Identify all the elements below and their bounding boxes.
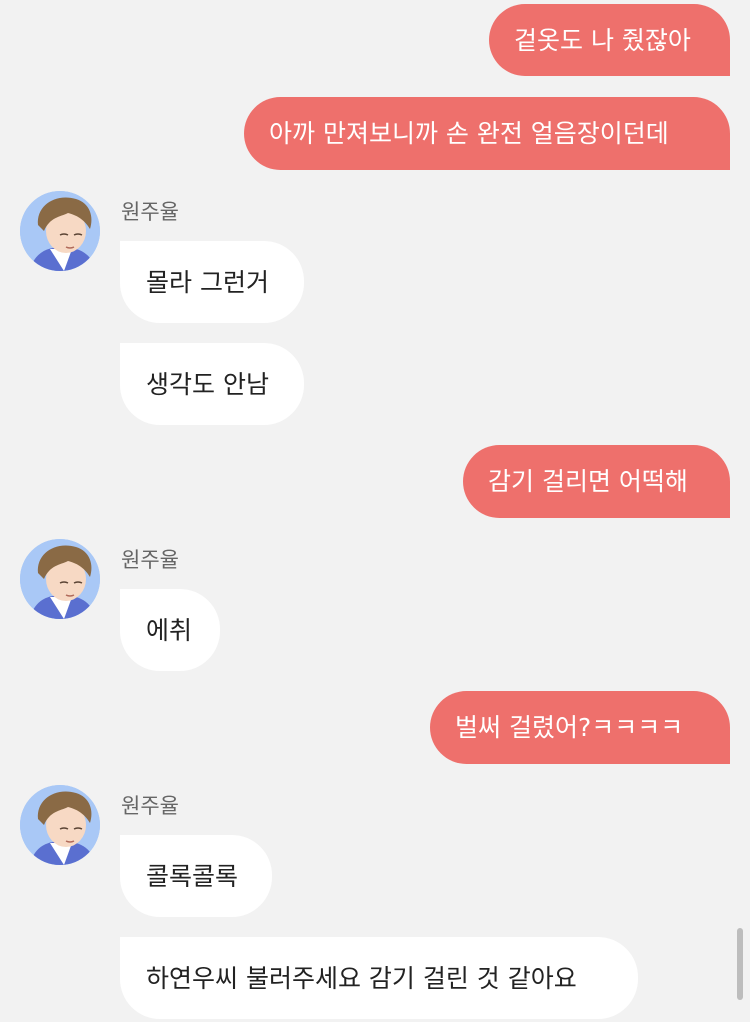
contact-avatar[interactable] xyxy=(20,539,100,619)
message-text: 생각도 안남 xyxy=(146,369,269,399)
incoming-message-bubble: 에취 xyxy=(120,589,220,671)
outgoing-message-bubble: 벌써 걸렸어?ㅋㅋㅋㅋ xyxy=(430,691,730,764)
incoming-message-bubble: 몰라 그런거 xyxy=(120,241,304,323)
message-text: 벌써 걸렸어?ㅋㅋㅋㅋ xyxy=(455,713,684,742)
sender-name: 원주율 xyxy=(121,548,179,572)
incoming-message-bubble: 생각도 안남 xyxy=(120,343,304,425)
message-text: 하연우씨 불러주세요 감기 걸린 것 같아요 xyxy=(146,963,577,993)
message-text: 에취 xyxy=(146,615,193,645)
outgoing-message-bubble: 겉옷도 나 줬잖아 xyxy=(489,4,730,76)
avatar-portrait-icon xyxy=(20,785,100,865)
sender-name: 원주율 xyxy=(121,200,179,224)
sender-name: 원주율 xyxy=(121,794,179,818)
incoming-message-bubble: 콜록콜록 xyxy=(120,835,272,917)
contact-avatar[interactable] xyxy=(20,191,100,271)
incoming-message-bubble: 하연우씨 불러주세요 감기 걸린 것 같아요 xyxy=(120,937,638,1019)
outgoing-message-bubble: 아까 만져보니까 손 완전 얼음장이던데 xyxy=(244,97,730,170)
message-text: 감기 걸리면 어떡해 xyxy=(488,467,688,496)
message-text: 아까 만져보니까 손 완전 얼음장이던데 xyxy=(269,119,669,148)
message-text: 몰라 그런거 xyxy=(146,267,269,297)
avatar-portrait-icon xyxy=(20,191,100,271)
scrollbar-thumb[interactable] xyxy=(737,928,743,1000)
avatar-portrait-icon xyxy=(20,539,100,619)
message-text: 겉옷도 나 줬잖아 xyxy=(514,25,691,55)
contact-avatar[interactable] xyxy=(20,785,100,865)
outgoing-message-bubble: 감기 걸리면 어떡해 xyxy=(463,445,730,518)
message-text: 콜록콜록 xyxy=(146,861,239,891)
